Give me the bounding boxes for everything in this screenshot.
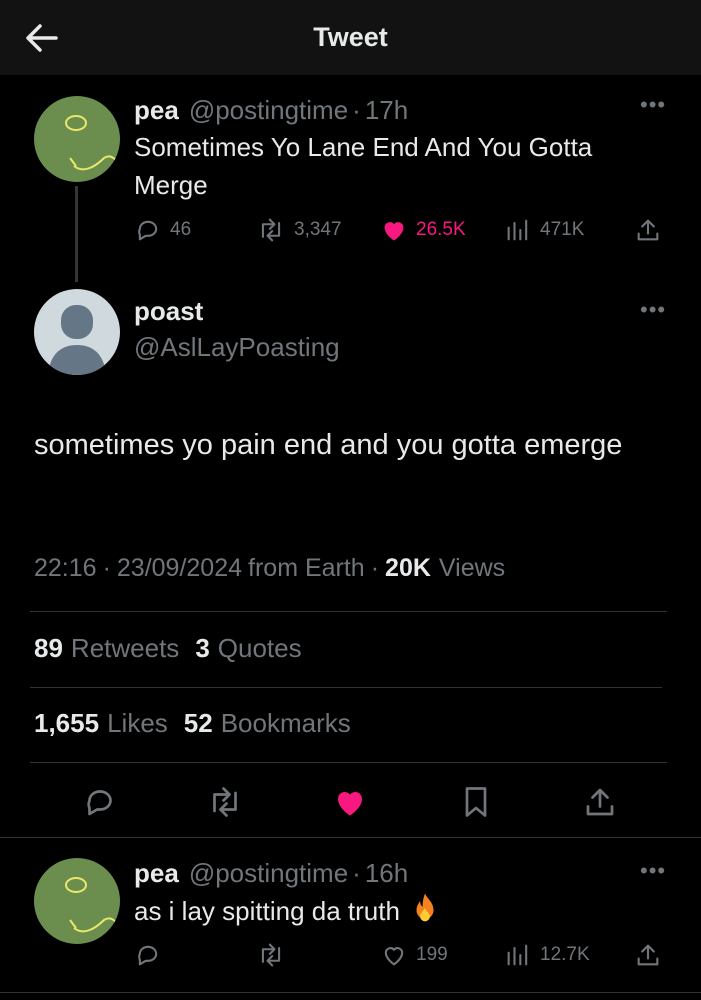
tweet-text: Sometimes Yo Lane End And You Gotta Merg… (134, 132, 593, 200)
divider (30, 762, 667, 763)
bookmarks-label: Bookmarks (220, 708, 351, 738)
share-icon (637, 219, 659, 241)
action-bar: 46 3,347 26.5K 471K (134, 216, 674, 246)
share-button[interactable] (634, 941, 670, 969)
reply-button[interactable]: 46 (134, 216, 191, 244)
dot-separator: · (352, 94, 361, 125)
avatar[interactable] (34, 96, 120, 182)
tweet-text: as i lay spitting da truth (134, 895, 400, 926)
views-count: 20K (385, 554, 431, 582)
views-count: 471K (540, 219, 585, 240)
engagement-row: 1,655 Likes 52 Bookmarks (34, 708, 351, 739)
likes-label: Likes (107, 708, 168, 738)
reply-tweet-header: pea @postingtime · 16h (134, 855, 408, 891)
quotes-label: Quotes (217, 633, 302, 663)
like-count: 199 (416, 944, 448, 965)
retweet-icon (213, 787, 237, 817)
divider (30, 611, 667, 612)
more-options-icon[interactable]: ••• (640, 297, 666, 323)
reply-icon (138, 945, 158, 966)
engagement-row: 89 Retweets 3 Quotes (34, 633, 302, 664)
page-title: Tweet (313, 22, 388, 52)
handle[interactable]: @postingtime (189, 858, 348, 889)
bookmark-icon (465, 787, 487, 817)
share-button[interactable] (582, 784, 618, 825)
bookmarks-stat[interactable]: 52 Bookmarks (184, 708, 351, 739)
action-bar: 199 12.7K (134, 941, 674, 971)
tweet-source: from Earth (248, 554, 365, 582)
retweet-button[interactable]: 3,347 (256, 216, 342, 244)
analytics-icon (507, 219, 528, 241)
handle[interactable]: @postingtime (189, 95, 348, 126)
reply-icon (138, 220, 158, 241)
dot-separator: · (352, 857, 361, 888)
timestamp[interactable]: 17h (365, 95, 408, 126)
avatar[interactable] (34, 289, 120, 375)
share-button[interactable] (634, 216, 670, 244)
dot-separator: · (102, 554, 111, 582)
bookmarks-count: 52 (183, 708, 213, 738)
retweet-button[interactable] (205, 784, 245, 825)
share-icon (586, 788, 614, 816)
like-button[interactable] (332, 784, 368, 825)
views-label: Views (438, 554, 506, 582)
views-button[interactable]: 12.7K (504, 941, 590, 969)
tweet-text: sometimes yo pain end and you gotta emer… (34, 429, 623, 461)
tweet-meta: 22:16 · 23/09/2024 from Earth · 20K View… (34, 554, 505, 583)
retweet-icon (261, 943, 281, 967)
tweet-date[interactable]: 23/09/2024 (117, 554, 242, 583)
parent-tweet-header: pea @postingtime · 17h (134, 92, 408, 128)
display-name[interactable]: poast (134, 296, 203, 327)
tweet-text-row: as i lay spitting da truth (134, 892, 440, 930)
divider (30, 687, 662, 688)
thread-line (75, 186, 78, 282)
handle[interactable]: @AslLayPoasting (134, 332, 340, 363)
top-bar: Tweet (0, 0, 701, 75)
more-options-icon[interactable]: ••• (640, 858, 666, 884)
likes-stat[interactable]: 1,655 Likes (34, 708, 168, 739)
retweets-label: Retweets (70, 633, 180, 663)
more-options-icon[interactable]: ••• (640, 92, 666, 118)
display-name[interactable]: pea (134, 95, 179, 126)
reply-count: 46 (170, 219, 192, 240)
share-icon (637, 944, 659, 966)
likes-count: 1,655 (34, 708, 100, 738)
divider (0, 837, 701, 838)
reply-button[interactable] (82, 784, 118, 825)
retweets-stat[interactable]: 89 Retweets (34, 633, 179, 664)
reply-button[interactable] (134, 941, 170, 969)
retweet-count: 3,347 (294, 219, 342, 240)
retweet-icon (261, 218, 281, 242)
heart-filled-icon (337, 791, 363, 816)
fire-emoji-icon (410, 891, 440, 932)
bookmark-button[interactable] (458, 784, 494, 825)
tweet-time[interactable]: 22:16 (34, 554, 97, 583)
quotes-count: 3 (195, 633, 210, 663)
retweet-button[interactable] (256, 941, 294, 969)
heart-outline-icon (384, 947, 404, 966)
analytics-icon (507, 944, 528, 966)
reply-icon (87, 790, 112, 816)
views-button[interactable]: 471K (504, 216, 584, 244)
like-button[interactable]: 26.5K (380, 216, 466, 244)
display-name[interactable]: pea (134, 858, 179, 889)
like-count: 26.5K (416, 219, 466, 240)
heart-filled-icon (384, 222, 404, 241)
retweets-count: 89 (34, 633, 63, 663)
divider (0, 992, 701, 993)
avatar[interactable] (34, 858, 120, 944)
timestamp[interactable]: 16h (365, 858, 408, 889)
quotes-stat[interactable]: 3 Quotes (195, 633, 301, 664)
like-button[interactable]: 199 (380, 941, 448, 969)
views-count: 12.7K (540, 944, 590, 965)
dot-separator: · (370, 554, 380, 582)
